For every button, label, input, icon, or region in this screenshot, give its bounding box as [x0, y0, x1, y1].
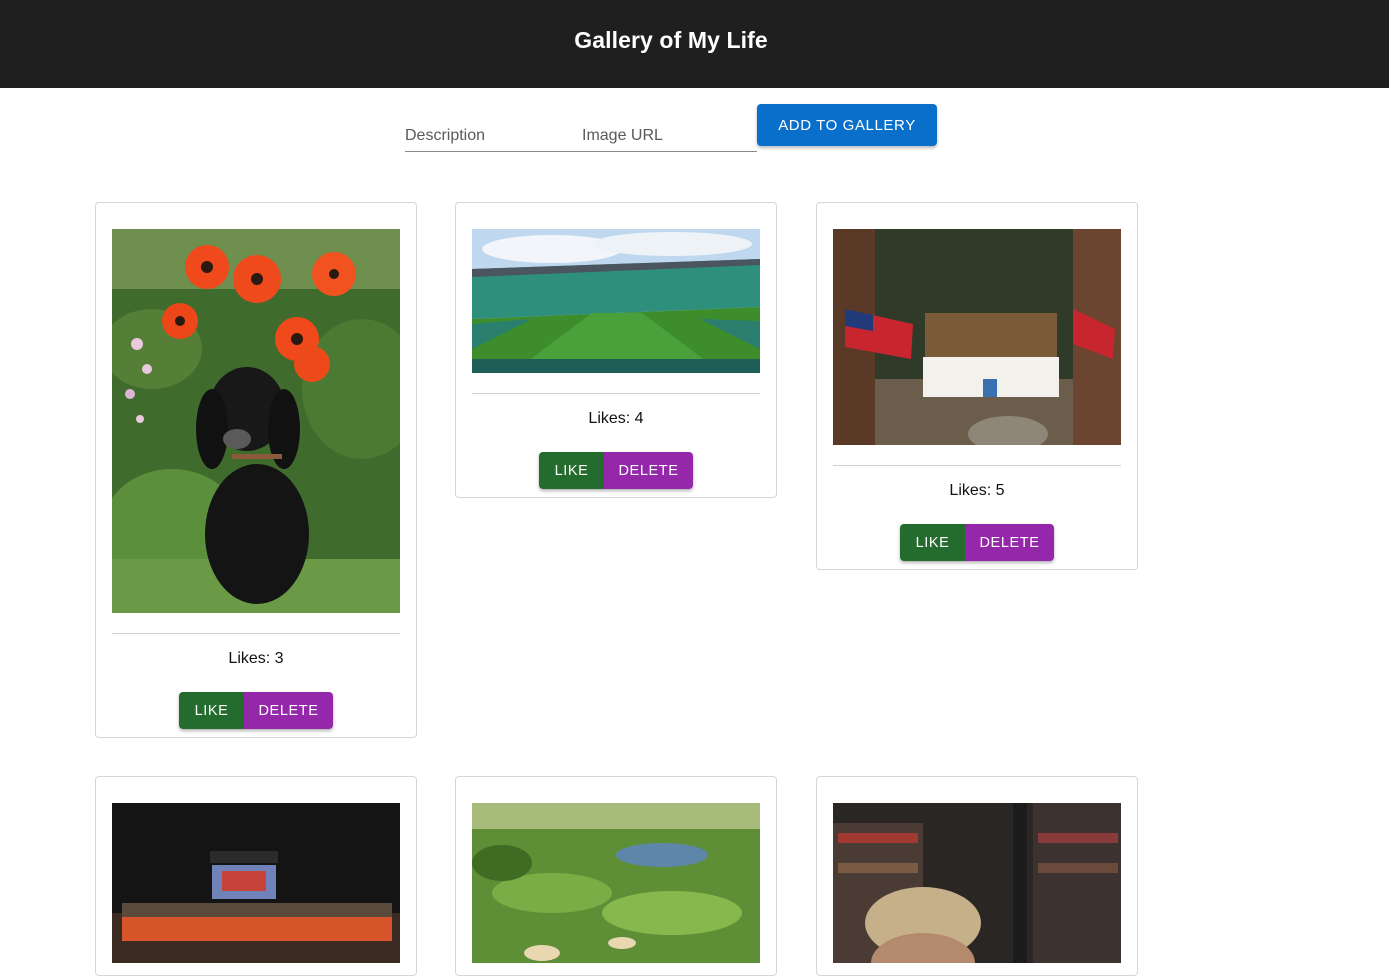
- team-champions-night-photo: [112, 803, 400, 963]
- card-divider: [472, 393, 760, 394]
- gallery-card: [455, 776, 777, 976]
- delete-button[interactable]: DELETE: [965, 524, 1054, 561]
- delete-button[interactable]: DELETE: [604, 452, 693, 489]
- add-to-gallery-button[interactable]: ADD TO GALLERY: [757, 104, 937, 146]
- like-button[interactable]: LIKE: [539, 452, 604, 489]
- gallery-card: Likes: 4 LIKE DELETE: [455, 202, 777, 498]
- card-divider: [112, 633, 400, 634]
- delete-button[interactable]: DELETE: [244, 692, 333, 729]
- description-field: [405, 104, 582, 152]
- two-rivers-sign-photo: [833, 229, 1121, 445]
- app-bar: Gallery of My Life: [0, 0, 1389, 88]
- golf-course-aerial-photo: [472, 803, 760, 963]
- card-divider: [833, 465, 1121, 466]
- like-button[interactable]: LIKE: [900, 524, 965, 561]
- like-button[interactable]: LIKE: [179, 692, 244, 729]
- likes-count: Likes: 3: [228, 650, 284, 667]
- card-actions: LIKE DELETE: [539, 452, 693, 489]
- description-input[interactable]: [405, 124, 582, 148]
- bookstore-person-photo: [833, 803, 1121, 963]
- gallery-card: Likes: 3 LIKE DELETE: [95, 202, 417, 738]
- dog-in-poppies-photo: [112, 229, 400, 613]
- card-actions: LIKE DELETE: [179, 692, 333, 729]
- likes-count: Likes: 5: [949, 482, 1005, 499]
- gallery-card: [95, 776, 417, 976]
- football-stadium-photo: [472, 229, 760, 373]
- gallery-card: [816, 776, 1138, 976]
- likes-count: Likes: 4: [588, 410, 644, 427]
- page-title: Gallery of My Life: [574, 27, 768, 53]
- image-url-field: [582, 104, 757, 152]
- gallery-card: Likes: 5 LIKE DELETE: [816, 202, 1138, 570]
- card-actions: LIKE DELETE: [900, 524, 1054, 561]
- image-url-input[interactable]: [582, 124, 757, 148]
